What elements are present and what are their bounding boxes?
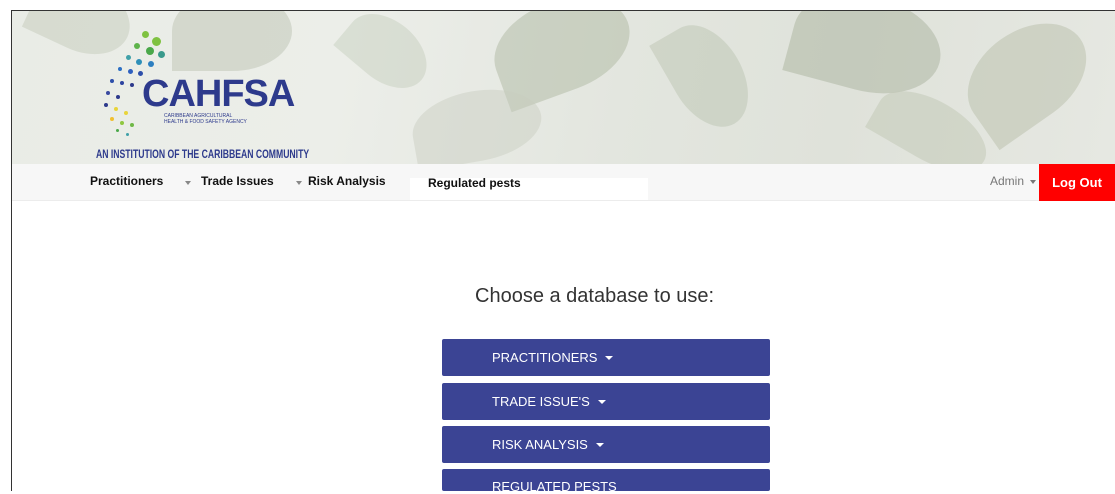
nav-practitioners[interactable]: Practitioners	[90, 174, 163, 188]
nav-regulated-pests[interactable]: Regulated pests	[428, 176, 521, 190]
button-label: REGULATED PESTS	[492, 479, 617, 494]
database-prompt: Choose a database to use:	[475, 285, 715, 307]
background-leaf	[649, 11, 765, 142]
trade-issues-database-button[interactable]: TRADE ISSUE'S	[442, 383, 770, 420]
button-label: PRACTITIONERS	[492, 350, 598, 365]
background-leaf	[782, 11, 952, 109]
regulated-pests-database-button[interactable]: REGULATED PESTS	[442, 469, 770, 494]
logo-subtitle-line-2: HEALTH & FOOD SAFETY AGENCY	[164, 119, 247, 125]
chevron-down-icon[interactable]	[296, 181, 302, 185]
logo-wordmark: CAHFSA	[142, 73, 295, 115]
button-label: RISK ANALYSIS	[492, 437, 588, 452]
nav-risk-analysis[interactable]: Risk Analysis	[308, 174, 386, 188]
button-label: TRADE ISSUE'S	[492, 394, 590, 409]
tagline: AN INSTITUTION OF THE CARIBBEAN COMMUNIT…	[96, 147, 310, 161]
admin-menu[interactable]: Admin	[990, 174, 1037, 188]
logout-button[interactable]: Log Out	[1039, 164, 1115, 201]
practitioners-database-button[interactable]: PRACTITIONERS	[442, 339, 770, 376]
logo-subtitle: CARIBBEAN AGRICULTURAL HEALTH & FOOD SAF…	[164, 113, 247, 125]
caret-down-icon	[595, 442, 604, 447]
admin-label: Admin	[990, 174, 1025, 188]
nav-trade-issues[interactable]: Trade Issues	[201, 174, 274, 188]
caret-down-icon	[605, 355, 614, 360]
header-banner: CAHFSA CARIBBEAN AGRICULTURAL HEALTH & F…	[12, 11, 1115, 164]
background-leaf	[333, 11, 441, 103]
risk-analysis-database-button[interactable]: RISK ANALYSIS	[442, 426, 770, 463]
chevron-down-icon[interactable]	[185, 181, 191, 185]
caret-down-icon	[597, 399, 606, 404]
chevron-down-icon	[1030, 179, 1037, 184]
top-navbar: Practitioners Trade Issues Risk Analysis…	[12, 164, 1115, 201]
